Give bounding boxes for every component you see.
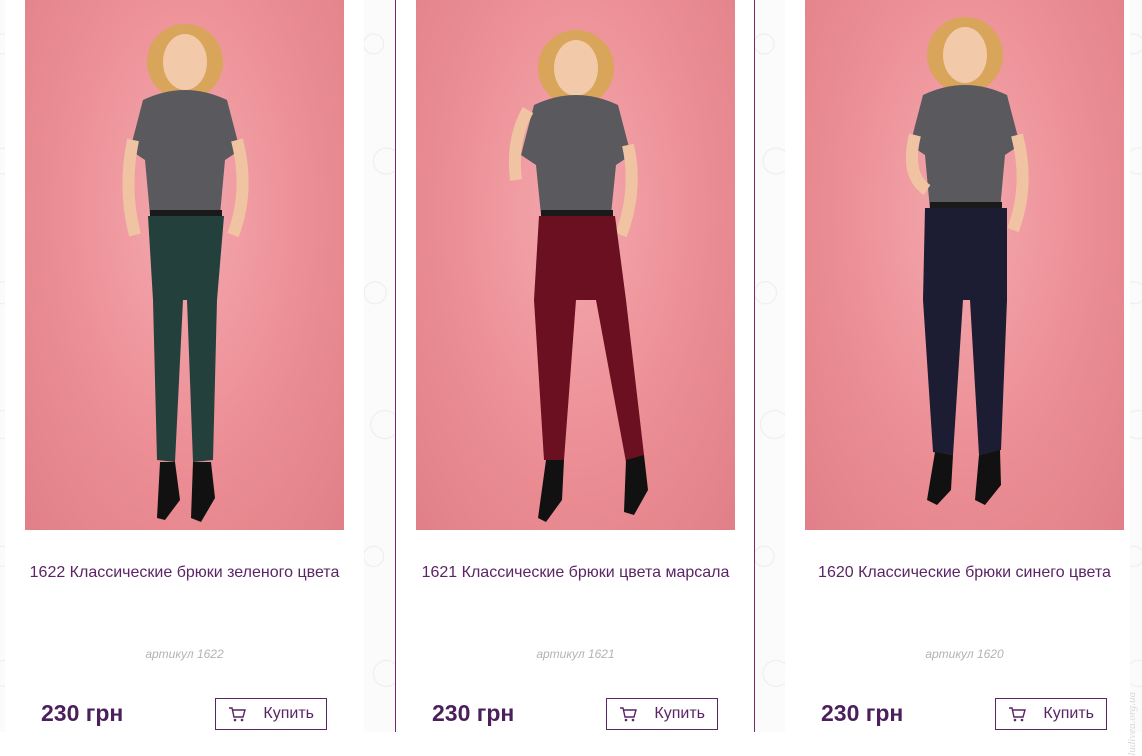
product-price: 230 грн (821, 700, 904, 726)
buy-button[interactable]: Купить (606, 698, 718, 730)
site-watermark: ludivea.org.ua (1126, 692, 1138, 756)
product-card: 1620 Классические брюки синего цвета арт… (785, 0, 1130, 732)
product-price: 230 грн (41, 700, 124, 726)
cart-icon (1009, 707, 1026, 722)
product-photo[interactable] (25, 0, 344, 530)
model-illustration (508, 30, 648, 522)
decorative-strip-middle-2 (755, 0, 785, 732)
cart-icon (620, 707, 637, 722)
cart-icon (229, 707, 246, 722)
product-price: 230 грн (432, 700, 515, 726)
buy-button-label: Купить (1043, 705, 1094, 722)
product-sku: артикул 1621 (536, 647, 615, 661)
product-title[interactable]: 1620 Классические брюки синего цвета (805, 561, 1124, 584)
product-photo[interactable] (416, 0, 735, 530)
product-card: 1621 Классические брюки цвета марсала ар… (395, 0, 755, 732)
decorative-strip-middle-1 (364, 0, 396, 732)
product-title[interactable]: 1621 Классические брюки цвета марсала (416, 561, 735, 584)
buy-button[interactable]: Купить (215, 698, 327, 730)
decorative-strip-right (1130, 0, 1142, 732)
product-sku: артикул 1622 (145, 647, 224, 661)
buy-button-label: Купить (654, 705, 705, 722)
product-sku: артикул 1620 (925, 647, 1004, 661)
buy-button[interactable]: Купить (995, 698, 1107, 730)
buy-button-label: Купить (263, 705, 314, 722)
product-card: 1622 Классические брюки зеленого цвета а… (5, 0, 364, 732)
model-illustration (905, 17, 1029, 505)
model-figure (508, 30, 648, 522)
model-illustration (122, 24, 249, 522)
product-title[interactable]: 1622 Классические брюки зеленого цвета (25, 561, 344, 584)
product-photo[interactable] (805, 0, 1124, 530)
model-figure (122, 24, 249, 522)
model-figure (905, 17, 1029, 505)
